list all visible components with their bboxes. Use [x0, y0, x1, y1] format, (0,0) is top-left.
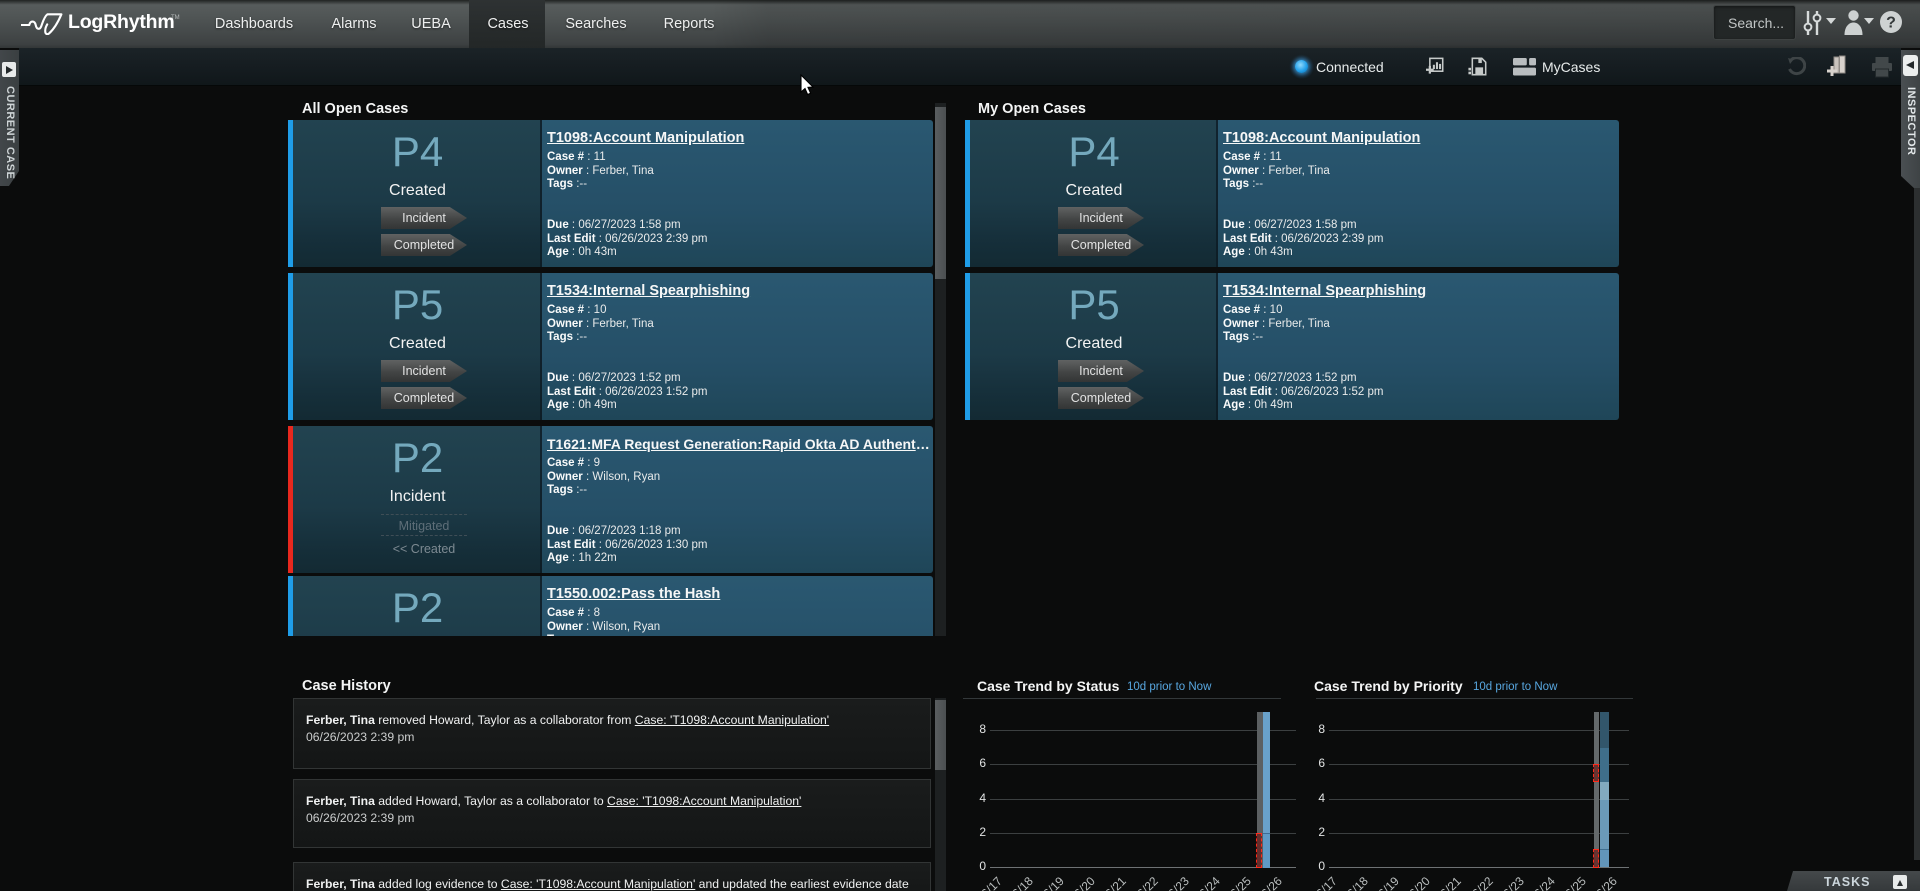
svg-text:?: ?: [1886, 15, 1896, 32]
